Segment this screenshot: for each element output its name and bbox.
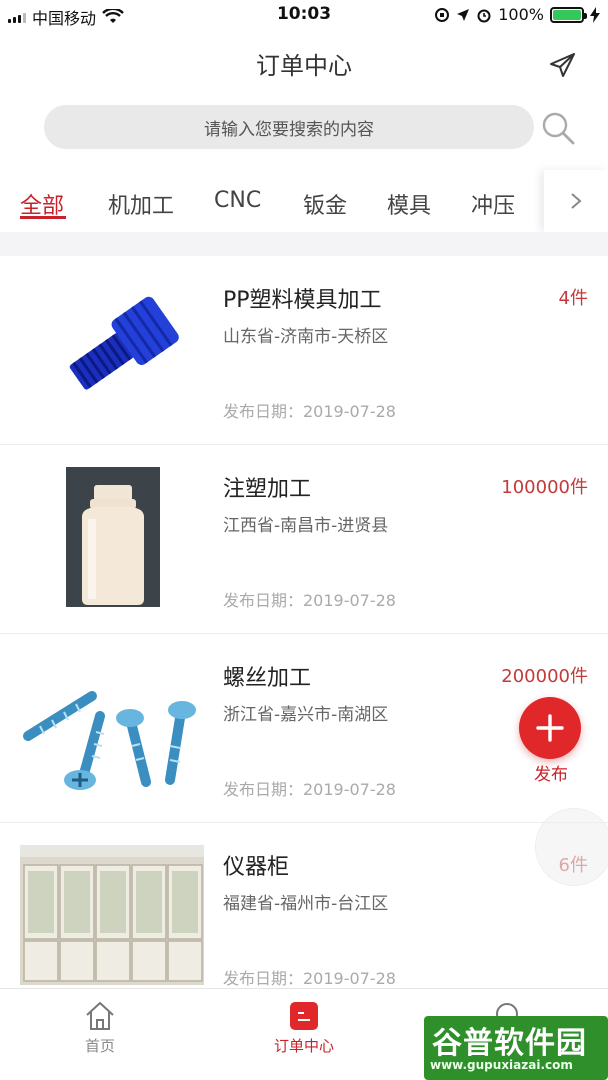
order-image-screws [20, 656, 204, 796]
active-tab-indicator [20, 216, 66, 219]
order-quantity: 4件 [558, 288, 588, 309]
order-region: 浙江省-嘉兴市-南湖区 [223, 705, 389, 725]
order-name: 仪器柜 [223, 855, 290, 880]
order-item[interactable]: PP塑料模具加工 4件 山东省-济南市-天桥区 发布日期：2019-07-28 [0, 256, 608, 445]
search-input[interactable]: 请输入您要搜索的内容 [44, 105, 534, 149]
tab-stamping[interactable]: 冲压 [471, 188, 515, 220]
home-icon [86, 1002, 114, 1030]
order-name: 注塑加工 [223, 477, 312, 502]
order-center-page: 中国移动 10:03 100% 订单中心 请输入您要搜索的内容 全部 机加工 C… [0, 0, 608, 1080]
nav-order-center-label: 订单中心 [273, 1037, 334, 1055]
order-list: PP塑料模具加工 4件 山东省-济南市-天桥区 发布日期：2019-07-28 … [0, 256, 608, 1012]
header: 订单中心 [0, 30, 608, 96]
search-icon[interactable] [540, 110, 576, 146]
order-quantity: 100000件 [501, 477, 588, 498]
category-tabs: 全部 机加工 CNC 钣金 模具 冲压 [0, 170, 608, 232]
status-right: 100% [434, 5, 600, 24]
section-divider [0, 232, 608, 256]
floating-assist-button[interactable] [535, 808, 608, 886]
order-name: PP塑料模具加工 [223, 288, 382, 313]
order-image-cabinet [20, 845, 204, 985]
tabs-more-button[interactable] [544, 170, 608, 232]
order-region: 福建省-福州市-台江区 [223, 894, 389, 914]
site-watermark-logo: 谷普软件园 www.gupuxiazai.com [424, 1016, 608, 1080]
nav-home-label: 首页 [84, 1037, 115, 1055]
battery-icon [550, 6, 587, 23]
status-bar: 中国移动 10:03 100% [0, 0, 608, 30]
order-name: 螺丝加工 [223, 666, 312, 691]
order-date: 发布日期：2019-07-28 [223, 780, 396, 799]
chevron-right-icon [571, 193, 582, 209]
location-icon [457, 8, 470, 21]
order-item[interactable]: 仪器柜 6件 福建省-福州市-台江区 发布日期：2019-07-28 [0, 823, 608, 1012]
page-title: 订单中心 [256, 52, 352, 80]
publish-button[interactable] [519, 697, 581, 759]
alarm-icon [477, 9, 491, 22]
order-date: 发布日期：2019-07-28 [223, 969, 396, 988]
charging-icon [590, 6, 600, 23]
order-center-icon [290, 1002, 318, 1030]
tab-mold[interactable]: 模具 [387, 188, 431, 220]
nav-home[interactable]: 首页 [40, 999, 160, 1056]
search-placeholder: 请输入您要搜索的内容 [204, 119, 374, 140]
send-icon[interactable] [548, 50, 578, 80]
order-date: 发布日期：2019-07-28 [223, 402, 396, 421]
order-item[interactable]: 注塑加工 100000件 江西省-南昌市-进贤县 发布日期：2019-07-28 [0, 445, 608, 634]
order-region: 山东省-济南市-天桥区 [223, 327, 389, 347]
order-region: 江西省-南昌市-进贤县 [223, 516, 389, 536]
publish-label[interactable]: 发布 [520, 760, 582, 785]
order-quantity: 200000件 [501, 666, 588, 687]
order-image-blue-fitting [20, 278, 204, 418]
tab-machining[interactable]: 机加工 [108, 188, 174, 220]
order-image-plastic-bottle [20, 467, 204, 607]
rotation-lock-icon [435, 7, 450, 22]
tab-sheet-metal[interactable]: 钣金 [303, 188, 347, 220]
tab-cnc[interactable]: CNC [214, 188, 261, 213]
battery-percent: 100% [498, 5, 544, 24]
nav-order-center[interactable]: 订单中心 [244, 999, 364, 1056]
watermark-url: www.gupuxiazai.com [430, 1058, 573, 1072]
order-item[interactable]: 螺丝加工 200000件 浙江省-嘉兴市-南湖区 发布日期：2019-07-28 [0, 634, 608, 823]
watermark-title: 谷普软件园 [432, 1026, 587, 1061]
plus-icon [536, 714, 564, 742]
order-date: 发布日期：2019-07-28 [223, 591, 396, 610]
